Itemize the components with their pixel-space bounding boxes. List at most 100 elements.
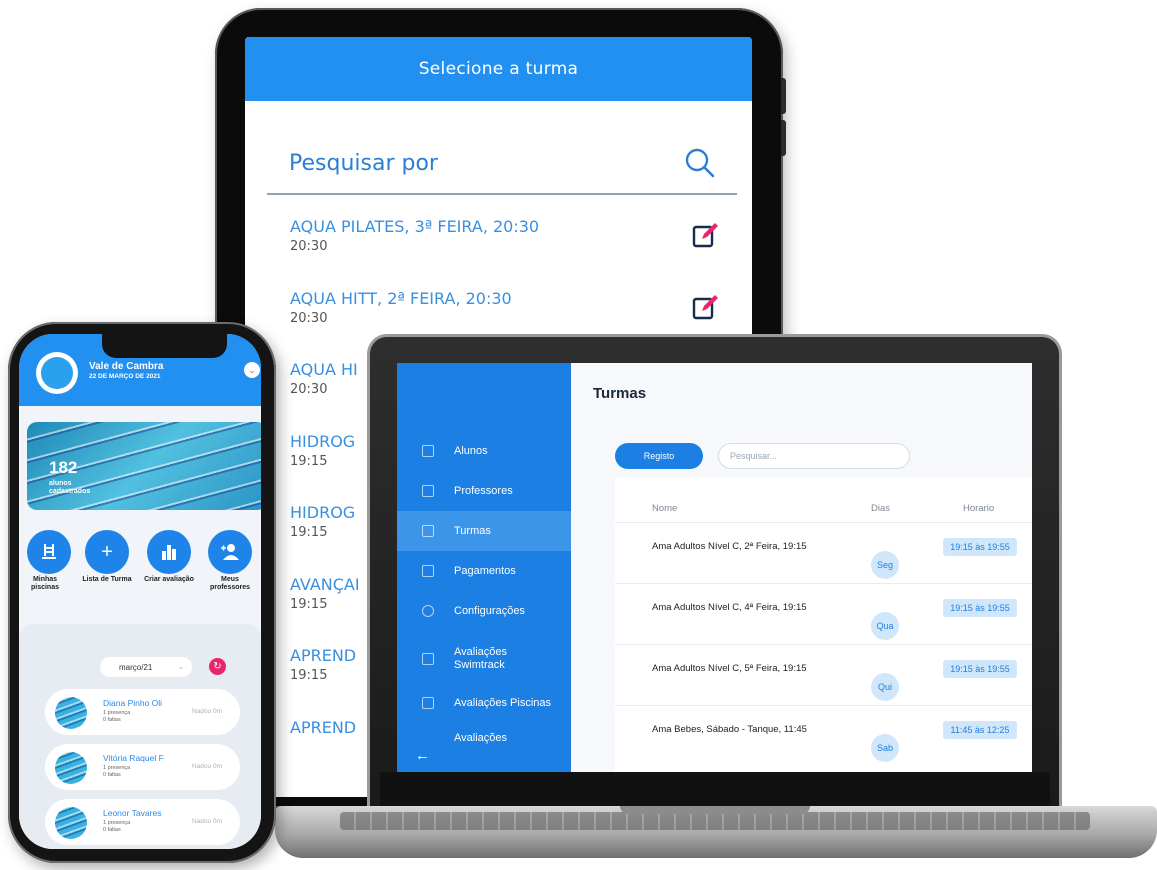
class-name: Ama Adultos Nível C, 2ª Feira, 19:15 <box>652 541 807 552</box>
action-label: Meus professores <box>209 576 251 591</box>
sidebar-item-label: Avaliações Swimtrack <box>454 646 507 671</box>
table-row[interactable]: Ama Adultos Nível C, 5ª Feira, 19:15 Qui… <box>615 644 1032 705</box>
laptop-screen: Alunos Professores Turmas Pagamentos Con… <box>397 363 1032 772</box>
create-evaluation-button[interactable] <box>147 530 191 574</box>
table-row[interactable]: Ama Bebes, Sábado - Tanque, 11:45 Sab 11… <box>615 705 1032 766</box>
edit-icon[interactable] <box>692 293 720 321</box>
day-badge: Qui <box>871 673 899 701</box>
time-badge: 19:15 às 19:55 <box>943 538 1017 556</box>
card-icon <box>422 565 434 577</box>
student-name: Vitória Raquel F <box>103 753 164 763</box>
tablet-header: Selecione a turma <box>245 37 752 101</box>
edit-icon[interactable] <box>692 221 720 249</box>
plus-icon: + <box>101 540 113 563</box>
search-input[interactable]: Pesquisar por <box>267 133 737 195</box>
column-header-days: Dias <box>871 503 891 514</box>
club-name: Vale de Cambra <box>89 361 164 372</box>
sidebar-item-label: Pagamentos <box>454 564 516 577</box>
sidebar-item-professores[interactable]: Professores <box>397 471 571 511</box>
class-item[interactable]: AQUA PILATES, 3ª FEIRA, 20:30 20:30 <box>290 217 730 289</box>
sidebar-item-label: Avaliações <box>454 732 507 744</box>
sidebar-item-configuracoes[interactable]: Configurações <box>397 591 571 631</box>
class-name: Ama Bebes, Sábado - Tanque, 11:45 <box>652 724 807 735</box>
class-name: Ama Adultos Nível C, 5ª Feira, 19:15 <box>652 663 807 674</box>
time-badge: 11:45 às 12:25 <box>943 721 1017 739</box>
sidebar: Alunos Professores Turmas Pagamentos Con… <box>397 363 571 772</box>
student-list-item[interactable]: Leonor Tavares 1 presença 0 faltas Nadou… <box>45 799 240 845</box>
class-name: Ama Adultos Nível C, 4ª Feira, 19:15 <box>652 602 807 613</box>
search-icon[interactable] <box>685 148 715 178</box>
day-badge: Seg <box>871 551 899 579</box>
column-header-name: Nome <box>652 503 678 514</box>
student-absences: 0 faltas <box>103 772 121 778</box>
chevron-down-icon[interactable]: ⌄ <box>244 362 260 378</box>
time-badge: 19:15 às 19:55 <box>943 660 1017 678</box>
dolphin-logo-icon <box>36 352 78 394</box>
current-date: 22 DE MARÇO DE 2021 <box>89 373 161 380</box>
student-name: Leonor Tavares <box>103 808 162 818</box>
avatar <box>55 752 87 784</box>
my-pools-button[interactable] <box>27 530 71 574</box>
student-presence: 1 presença <box>103 820 131 826</box>
avatar <box>55 807 87 839</box>
student-presence: 1 presença <box>103 710 131 716</box>
student-swim-distance: Nadou 0m <box>192 818 222 825</box>
laptop-bezel <box>380 772 1050 806</box>
day-badge: Sab <box>871 734 899 762</box>
sidebar-item-label: Professores <box>454 484 513 497</box>
sidebar-item-label: Configurações <box>454 604 525 617</box>
sidebar-item-avaliacoes[interactable]: Avaliações <box>397 725 571 745</box>
sidebar-item-alunos[interactable]: Alunos <box>397 431 571 471</box>
page-title: Turmas <box>593 385 647 402</box>
column-header-time: Horario <box>963 503 995 514</box>
laptop-trackpad-notch <box>620 806 810 814</box>
chart-icon <box>422 697 434 709</box>
sidebar-item-turmas[interactable]: Turmas <box>397 511 571 551</box>
time-badge: 19:15 às 19:55 <box>943 599 1017 617</box>
student-absences: 0 faltas <box>103 827 121 833</box>
pool-ladder-icon <box>42 544 56 559</box>
student-count-label: alunos cadastrados <box>49 480 91 495</box>
table-row[interactable]: Ama Adultos Nível C, 2ª Feira, 19:15 Seg… <box>615 522 1032 583</box>
gear-icon <box>422 605 434 617</box>
day-badge: Qua <box>871 612 899 640</box>
sidebar-item-label: Avaliações Piscinas <box>454 696 552 709</box>
search-input[interactable]: Pesquisar... <box>718 443 910 469</box>
users-icon <box>422 445 434 457</box>
chart-icon <box>422 653 434 665</box>
student-swim-distance: Nadou 0m <box>192 763 222 770</box>
bar-chart-icon <box>162 545 176 560</box>
student-absences: 0 faltas <box>103 717 121 723</box>
refresh-icon[interactable]: ↻ <box>209 658 226 675</box>
tablet-volume-button <box>781 120 786 156</box>
my-teachers-button[interactable] <box>208 530 252 574</box>
action-label: Criar avaliação <box>144 576 194 583</box>
action-label: Lista de Turma <box>82 576 132 583</box>
sidebar-item-avaliacoes-swimtrack[interactable]: Avaliações Swimtrack <box>397 639 571 679</box>
class-time: 20:30 <box>290 239 328 254</box>
class-time: 20:30 <box>290 310 328 326</box>
tablet-volume-button <box>781 78 786 114</box>
search-placeholder: Pesquisar por <box>289 150 438 176</box>
register-button[interactable]: Registo <box>615 443 703 469</box>
back-arrow-icon[interactable]: ← <box>415 747 430 764</box>
class-list-button[interactable]: + <box>85 530 129 574</box>
classes-table: Nome Dias Horario Ama Adultos Nível C, 2… <box>615 477 1032 772</box>
list-icon <box>422 525 434 537</box>
sidebar-item-avaliacoes-piscinas[interactable]: Avaliações Piscinas <box>397 683 571 723</box>
student-count: 182 <box>49 458 78 477</box>
table-row[interactable]: Ama Adultos Nível C, 4ª Feira, 19:15 Qua… <box>615 583 1032 644</box>
student-list-item[interactable]: Diana Pinho Oli 1 presença 0 faltas Nado… <box>45 689 240 735</box>
student-list-item[interactable]: Vitória Raquel F 1 presença 0 faltas Nad… <box>45 744 240 790</box>
page-title: Selecione a turma <box>418 59 579 79</box>
student-name: Diana Pinho Oli <box>103 698 163 708</box>
sidebar-item-pagamentos[interactable]: Pagamentos <box>397 551 571 591</box>
month-select-value: março/21 <box>119 662 153 672</box>
avatar <box>55 697 87 729</box>
student-swim-distance: Nadou 0m <box>192 708 222 715</box>
chevron-down-icon: ⌄ <box>178 664 184 671</box>
class-title: AQUA PILATES, 3ª FEIRA, 20:30 <box>290 217 540 236</box>
add-user-icon <box>221 544 239 560</box>
sidebar-item-label: Alunos <box>454 444 488 457</box>
month-select[interactable]: março/21 ⌄ <box>100 657 192 677</box>
